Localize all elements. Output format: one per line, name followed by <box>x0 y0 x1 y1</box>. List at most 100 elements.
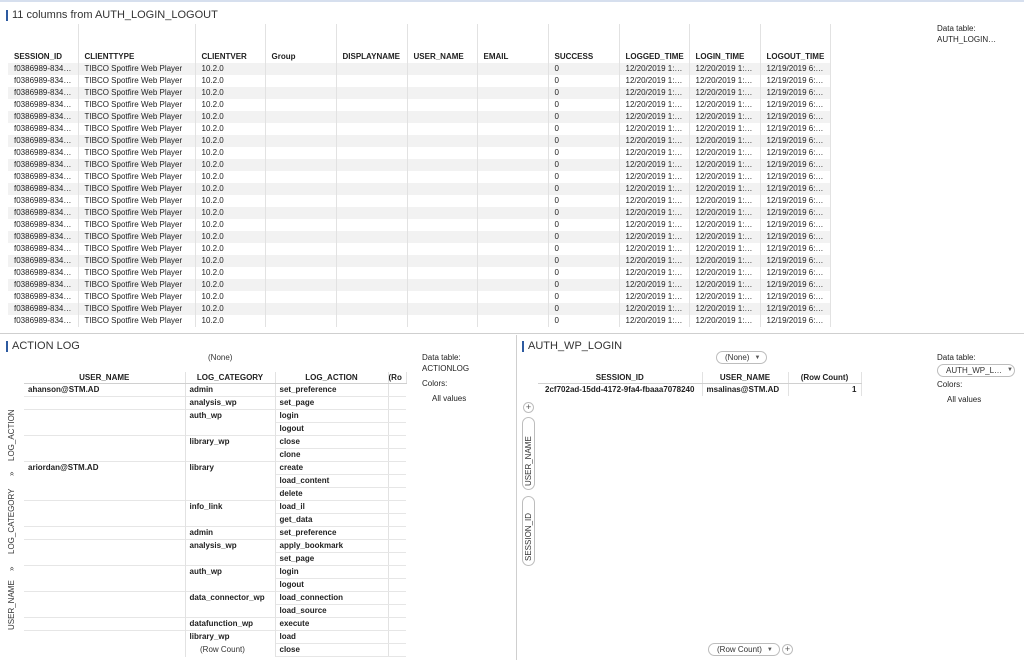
table-row[interactable]: f0386989-834… TIBCO Spotfire Web Player 10… <box>8 63 831 75</box>
column-header-email[interactable]: EMAIL <box>477 24 549 63</box>
table-row[interactable]: f0386989-834… TIBCO Spotfire Web Player 10… <box>8 255 831 267</box>
table-row[interactable]: f0386989-834… TIBCO Spotfire Web Player 10… <box>8 75 831 87</box>
table-cell <box>265 99 337 111</box>
table-cell: 0 <box>548 99 620 111</box>
table-row[interactable]: ariordan@STM.AD library create <box>24 461 406 475</box>
table-row[interactable]: f0386989-834… TIBCO Spotfire Web Player 10… <box>8 111 831 123</box>
table-row[interactable]: auth_wp login <box>24 565 406 579</box>
column-axis-dropdown[interactable]: (None) ▼ <box>716 351 768 364</box>
auth-wp-login-title: AUTH_WP_LOGIN <box>522 340 622 352</box>
table-row[interactable]: load_content <box>24 474 406 488</box>
column-header-user-name[interactable]: USER_NAME <box>24 372 186 384</box>
colors-value[interactable]: All values <box>937 394 1015 405</box>
table-row[interactable]: clone <box>24 448 406 462</box>
column-header-user-name[interactable]: USER_NAME <box>702 372 789 384</box>
table-row[interactable]: f0386989-834… TIBCO Spotfire Web Player 10… <box>8 87 831 99</box>
table-row[interactable]: f0386989-834… TIBCO Spotfire Web Player 10… <box>8 219 831 231</box>
table-row[interactable]: analysis_wp apply_bookmark <box>24 539 406 553</box>
table-row[interactable]: f0386989-834… TIBCO Spotfire Web Player 10… <box>8 171 831 183</box>
table-row[interactable]: logout <box>24 578 406 592</box>
column-header-row-count[interactable]: (Row Count) <box>788 372 862 384</box>
row-axis-pill-session-id[interactable]: SESSION_ID <box>522 496 535 566</box>
table-row[interactable]: logout <box>24 422 406 436</box>
cell-log-category: admin <box>185 526 276 540</box>
column-header-session-id[interactable]: SESSION_ID <box>8 24 79 63</box>
row-axis-selector[interactable]: LOG_ACTION » LOG_CATEGORY » USER_NAME <box>4 405 18 635</box>
row-axis-label-log-action[interactable]: LOG_ACTION <box>7 409 16 461</box>
column-header-logout-time[interactable]: LOGOUT_TIME <box>760 24 831 63</box>
table-row[interactable]: f0386989-834… TIBCO Spotfire Web Player 10… <box>8 291 831 303</box>
table-cell <box>265 231 337 243</box>
column-header-success[interactable]: SUCCESS <box>548 24 620 63</box>
cell-user-name: ahanson@STM.AD <box>24 383 186 397</box>
table-row[interactable]: f0386989-834… TIBCO Spotfire Web Player 10… <box>8 231 831 243</box>
table-row[interactable]: f0386989-834… TIBCO Spotfire Web Player 10… <box>8 267 831 279</box>
table-cell: 12/20/2019 1:… <box>619 291 690 303</box>
column-header-session-id[interactable]: SESSION_ID <box>538 372 703 384</box>
column-header-log-category[interactable]: LOG_CATEGORY <box>185 372 276 384</box>
row-axis-label-user-name[interactable]: USER_NAME <box>7 580 16 630</box>
table-row[interactable]: f0386989-834… TIBCO Spotfire Web Player 10… <box>8 279 831 291</box>
table-cell: 12/19/2019 6:… <box>760 303 831 315</box>
column-axis-selector[interactable]: (None) <box>204 351 237 364</box>
table-row[interactable]: f0386989-834… TIBCO Spotfire Web Player 10… <box>8 183 831 195</box>
table-row[interactable]: get_data <box>24 513 406 527</box>
column-header-user-name[interactable]: USER_NAME <box>407 24 478 63</box>
table-cell: TIBCO Spotfire Web Player <box>78 219 196 231</box>
data-table-value[interactable]: AUTH_LOGIN… <box>937 34 996 45</box>
column-header-log-action[interactable]: LOG_ACTION <box>275 372 389 384</box>
value-axis-selector[interactable]: (Row Count) <box>196 643 249 656</box>
data-table-dropdown[interactable]: AUTH_WP_L… ▼ <box>937 364 1015 377</box>
row-axis-label-log-category[interactable]: LOG_CATEGORY <box>7 489 16 555</box>
column-header-group[interactable]: Group <box>265 24 337 63</box>
table-row[interactable]: f0386989-834… TIBCO Spotfire Web Player 10… <box>8 123 831 135</box>
table-row[interactable]: set_page <box>24 552 406 566</box>
table-row[interactable]: f0386989-834… TIBCO Spotfire Web Player 10… <box>8 147 831 159</box>
table-cell: 10.2.0 <box>195 135 266 147</box>
table-row[interactable]: f0386989-834… TIBCO Spotfire Web Player 10… <box>8 99 831 111</box>
table-row[interactable]: datafunction_wp execute <box>24 617 406 631</box>
column-header-login-time[interactable]: LOGIN_TIME <box>689 24 761 63</box>
cell-log-action: logout <box>275 578 389 592</box>
table-row[interactable]: f0386989-834… TIBCO Spotfire Web Player 10… <box>8 303 831 315</box>
cell-log-category: data_connector_wp <box>185 591 276 605</box>
table-row[interactable]: f0386989-834… TIBCO Spotfire Web Player 10… <box>8 159 831 171</box>
column-header-displayname[interactable]: DISPLAYNAME <box>336 24 408 63</box>
table-cell <box>336 291 408 303</box>
column-header-row-count[interactable]: (Ro <box>388 372 407 384</box>
table-row[interactable]: f0386989-834… TIBCO Spotfire Web Player 10… <box>8 207 831 219</box>
table-row[interactable]: load_source <box>24 604 406 618</box>
auth-wp-login-title-text: AUTH_WP_LOGIN <box>528 340 623 352</box>
table-row[interactable]: f0386989-834… TIBCO Spotfire Web Player 10… <box>8 243 831 255</box>
row-axis-pill-user-name[interactable]: USER_NAME <box>522 417 535 490</box>
table-row[interactable]: analysis_wp set_page <box>24 396 406 410</box>
add-row-axis-icon[interactable]: + <box>523 402 534 413</box>
table-row[interactable]: info_link load_il <box>24 500 406 514</box>
column-header-logged-time[interactable]: LOGGED_TIME <box>619 24 690 63</box>
table-row[interactable]: library_wp close <box>24 435 406 449</box>
table-row[interactable]: f0386989-834… TIBCO Spotfire Web Player 10… <box>8 315 831 327</box>
column-header-clientver[interactable]: CLIENTVER <box>195 24 266 63</box>
table-row[interactable]: delete <box>24 487 406 501</box>
table-row[interactable]: f0386989-834… TIBCO Spotfire Web Player 10… <box>8 195 831 207</box>
table-cell: 0 <box>548 255 620 267</box>
value-axis-dropdown[interactable]: (Row Count) ▼ <box>708 643 780 656</box>
table-cell: 12/20/2019 1:… <box>689 195 761 207</box>
data-table-value[interactable]: ACTIONLOG <box>422 363 469 374</box>
add-value-icon[interactable]: + <box>782 644 793 655</box>
table-row[interactable]: data_connector_wp load_connection <box>24 591 406 605</box>
table-cell <box>336 123 408 135</box>
table-row[interactable]: f0386989-834… TIBCO Spotfire Web Player 10… <box>8 135 831 147</box>
colors-value[interactable]: All values <box>422 393 469 404</box>
table-row[interactable]: auth_wp login <box>24 409 406 423</box>
table-cell: f0386989-834… <box>8 111 79 123</box>
table-row[interactable]: ahanson@STM.AD admin set_preference <box>24 383 406 397</box>
table-cell: 12/20/2019 1:… <box>689 243 761 255</box>
cell-user-name <box>24 448 186 462</box>
table-row[interactable]: admin set_preference <box>24 526 406 540</box>
legend-panel: Data table: AUTH_WP_L… ▼ Colors: All val… <box>937 352 1015 405</box>
table-cell <box>265 207 337 219</box>
table-row[interactable]: library_wp load <box>24 630 406 644</box>
column-header-clienttype[interactable]: CLIENTTYPE <box>78 24 196 63</box>
cell-log-category: info_link <box>185 500 276 514</box>
